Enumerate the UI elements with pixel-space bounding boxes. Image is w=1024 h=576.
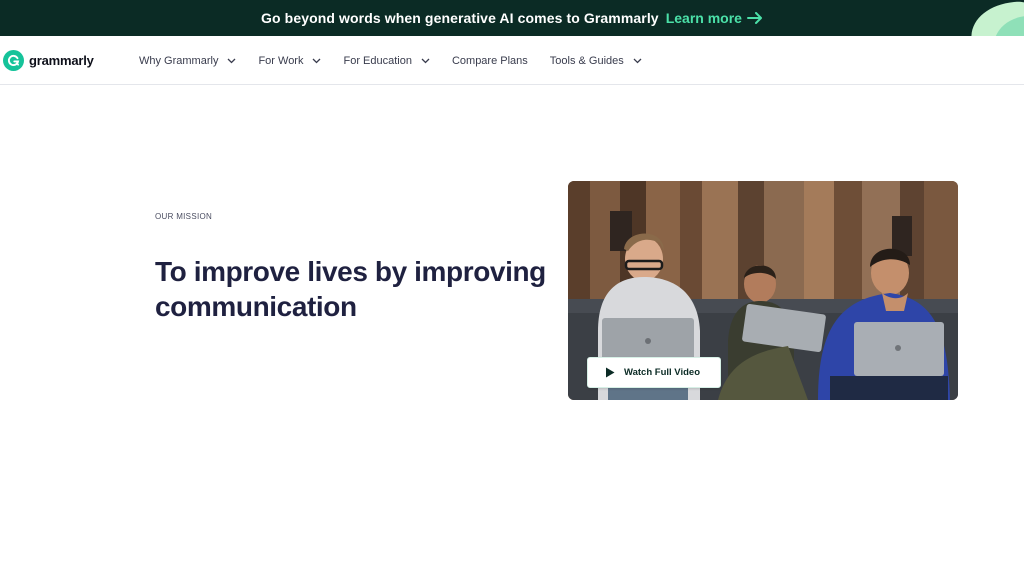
chevron-down-icon — [421, 58, 430, 63]
learn-more-label: Learn more — [665, 10, 742, 26]
arrow-right-icon — [746, 12, 762, 24]
grammarly-g-icon — [3, 50, 24, 71]
banner-text: Go beyond words when generative AI comes… — [261, 10, 659, 26]
nav-label: Tools & Guides — [549, 54, 624, 67]
main-nav: Why Grammarly For Work For Education Com… — [139, 36, 642, 85]
chevron-down-icon — [227, 58, 236, 63]
mission-eyebrow: OUR MISSION — [155, 212, 213, 221]
mission-video[interactable]: Watch Full Video — [568, 181, 958, 400]
site-header: grammarly Why Grammarly For Work For Edu… — [0, 36, 1024, 85]
leaf-decoration — [971, 1, 1024, 36]
nav-label: Why Grammarly — [139, 54, 219, 67]
nav-why-grammarly[interactable]: Why Grammarly — [139, 55, 236, 67]
nav-for-education[interactable]: For Education — [343, 54, 430, 67]
nav-for-work[interactable]: For Work — [258, 55, 321, 67]
nav-label: Compare Plans — [451, 54, 528, 67]
chevron-down-icon — [633, 58, 642, 63]
logo-wordmark: grammarly — [29, 53, 94, 68]
nav-compare-plans[interactable]: Compare Plans — [452, 55, 528, 67]
watch-full-video-button[interactable]: Watch Full Video — [587, 357, 721, 388]
announcement-banner: Go beyond words when generative AI comes… — [0, 0, 1024, 36]
watch-video-label: Watch Full Video — [624, 367, 701, 378]
chevron-down-icon — [313, 58, 321, 63]
nav-tools-guides[interactable]: Tools & Guides — [550, 55, 642, 67]
learn-more-link[interactable]: Learn more — [666, 10, 763, 26]
nav-label: For Work — [258, 54, 304, 67]
grammarly-logo[interactable]: grammarly — [3, 50, 94, 71]
page-title: To improve lives by improving communicat… — [155, 256, 546, 322]
nav-label: For Education — [343, 54, 412, 67]
play-icon — [606, 367, 615, 378]
